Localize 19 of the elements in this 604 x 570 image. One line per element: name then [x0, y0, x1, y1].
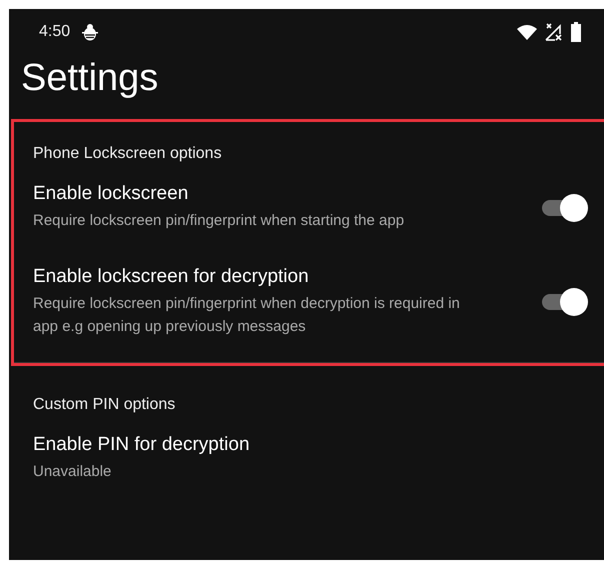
- battery-icon: [570, 22, 582, 42]
- wifi-icon: [516, 24, 538, 40]
- settings-item[interactable]: Enable lockscreen Require lockscreen pin/fingerprint when starting the app: [14, 163, 604, 246]
- toggle-switch[interactable]: [540, 192, 588, 222]
- bug-icon: [82, 22, 98, 40]
- section-header: Phone Lockscreen options: [32, 145, 223, 163]
- no-signal-icon: [544, 22, 564, 42]
- section-header: Custom PIN options: [32, 396, 176, 414]
- page-title: Settings: [20, 56, 160, 101]
- item-title: Enable PIN for decryption: [33, 434, 251, 456]
- item-summary: Require lockscreen pin/fingerprint when starting the app: [33, 211, 406, 231]
- status-time: 4:50: [39, 22, 70, 40]
- toggle-switch[interactable]: [540, 287, 588, 317]
- settings-item[interactable]: Enable lockscreen for decryption Require lockscreen pin/fingerprint when decryption is required in app e.g opening up previously messages: [14, 246, 604, 352]
- item-title: Enable lockscreen for decryption: [33, 266, 310, 288]
- settings-item[interactable]: Enable PIN for decryption Unavailable: [9, 414, 604, 497]
- item-title: Enable lockscreen: [33, 183, 190, 205]
- item-summary: Require lockscreen pin/fingerprint when decryption is required in app e.g opening up previously messages: [33, 294, 461, 337]
- item-summary: Unavailable: [33, 462, 112, 482]
